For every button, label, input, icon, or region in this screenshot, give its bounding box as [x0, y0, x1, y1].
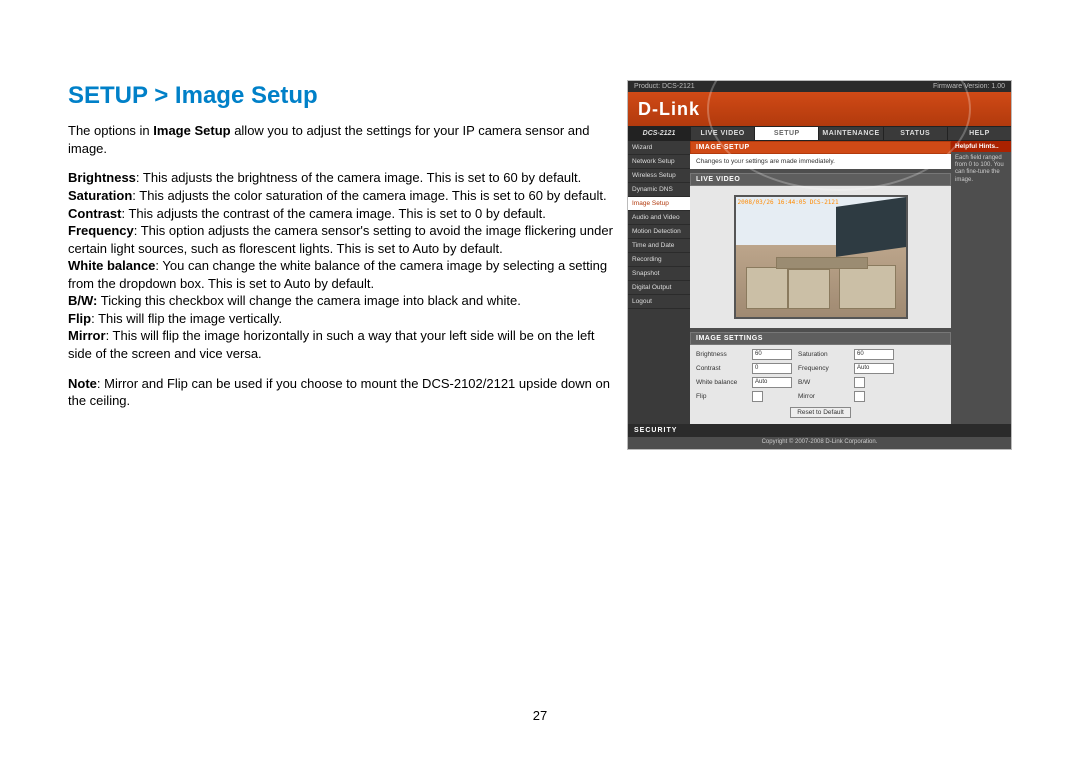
product-label: Product: DCS-2121 [634, 83, 695, 90]
contrast-select[interactable]: 0 [752, 363, 792, 374]
mirror-label: Mirror [798, 393, 848, 400]
brand-logo: D-Link [638, 99, 700, 120]
brand-banner: D-Link [628, 92, 1011, 126]
tab-help[interactable]: HELP [947, 127, 1011, 140]
live-video-header: LIVE VIDEO [690, 173, 951, 186]
hints-panel: Helpful Hints.. Each field ranged from 0… [951, 141, 1011, 424]
sidebar-item-recording[interactable]: Recording [628, 253, 690, 267]
sidebar-item-audio-video[interactable]: Audio and Video [628, 211, 690, 225]
flip-checkbox[interactable] [752, 391, 763, 402]
live-video-body: 2008/03/26 16:44:05 DCS-2121 [690, 186, 951, 328]
model-cell: DCS-2121 [628, 127, 690, 140]
sidebar-item-motion[interactable]: Motion Detection [628, 225, 690, 239]
sidebar-item-snapshot[interactable]: Snapshot [628, 267, 690, 281]
manual-text-column: SETUP > Image Setup The options in Image… [68, 80, 613, 450]
white-balance-select[interactable]: Auto [752, 377, 792, 388]
reset-to-default-button[interactable]: Reset to Default [790, 407, 851, 418]
note-paragraph: Note: Mirror and Flip can be used if you… [68, 375, 613, 410]
sidebar: Wizard Network Setup Wireless Setup Dyna… [628, 141, 690, 424]
sidebar-item-time-date[interactable]: Time and Date [628, 239, 690, 253]
brightness-select[interactable]: 60 [752, 349, 792, 360]
white-balance-label: White balance [696, 379, 746, 386]
sidebar-item-image-setup[interactable]: Image Setup [628, 197, 690, 211]
image-settings-body: Brightness 60 Saturation 60 Contrast 0 F… [690, 345, 951, 424]
frequency-label: Frequency [798, 365, 848, 372]
flip-label: Flip [696, 393, 746, 400]
router-ui-screenshot: Product: DCS-2121 Firmware Version: 1.00… [627, 80, 1012, 450]
video-osd: 2008/03/26 16:44:05 DCS-2121 [738, 199, 839, 206]
sidebar-item-wizard[interactable]: Wizard [628, 141, 690, 155]
sidebar-item-ddns[interactable]: Dynamic DNS [628, 183, 690, 197]
hints-header: Helpful Hints.. [951, 141, 1011, 152]
page-number: 27 [533, 708, 547, 723]
tab-live-video[interactable]: LIVE VIDEO [690, 127, 754, 140]
image-settings-header: IMAGE SETTINGS [690, 332, 951, 345]
tabs-row: DCS-2121 LIVE VIDEO SETUP MAINTENANCE ST… [628, 126, 1011, 141]
tab-status[interactable]: STATUS [883, 127, 947, 140]
page-title: SETUP > Image Setup [68, 80, 613, 112]
contrast-label: Contrast [696, 365, 746, 372]
image-setup-note: Changes to your settings are made immedi… [690, 154, 951, 169]
brightness-label: Brightness [696, 351, 746, 358]
main-area: IMAGE SETUP Changes to your settings are… [690, 141, 951, 424]
frequency-select[interactable]: Auto [854, 363, 894, 374]
definitions: Brightness: This adjusts the brightness … [68, 169, 613, 362]
sidebar-item-network[interactable]: Network Setup [628, 155, 690, 169]
intro-paragraph: The options in Image Setup allow you to … [68, 122, 613, 157]
copyright: Copyright © 2007-2008 D-Link Corporation… [628, 437, 1011, 449]
image-setup-header: IMAGE SETUP [690, 141, 951, 154]
bw-label: B/W [798, 379, 848, 386]
saturation-select[interactable]: 60 [854, 349, 894, 360]
video-preview: 2008/03/26 16:44:05 DCS-2121 [734, 195, 908, 319]
sidebar-item-logout[interactable]: Logout [628, 295, 690, 309]
sidebar-item-wireless[interactable]: Wireless Setup [628, 169, 690, 183]
firmware-label: Firmware Version: 1.00 [933, 83, 1005, 90]
bw-checkbox[interactable] [854, 377, 865, 388]
saturation-label: Saturation [798, 351, 848, 358]
tab-setup[interactable]: SETUP [754, 127, 818, 140]
tab-maintenance[interactable]: MAINTENANCE [818, 127, 882, 140]
hints-body: Each field ranged from 0 to 100. You can… [951, 152, 1011, 187]
mirror-checkbox[interactable] [854, 391, 865, 402]
security-bar: SECURITY [628, 424, 1011, 437]
top-strip: Product: DCS-2121 Firmware Version: 1.00 [628, 81, 1011, 92]
sidebar-item-digital-output[interactable]: Digital Output [628, 281, 690, 295]
